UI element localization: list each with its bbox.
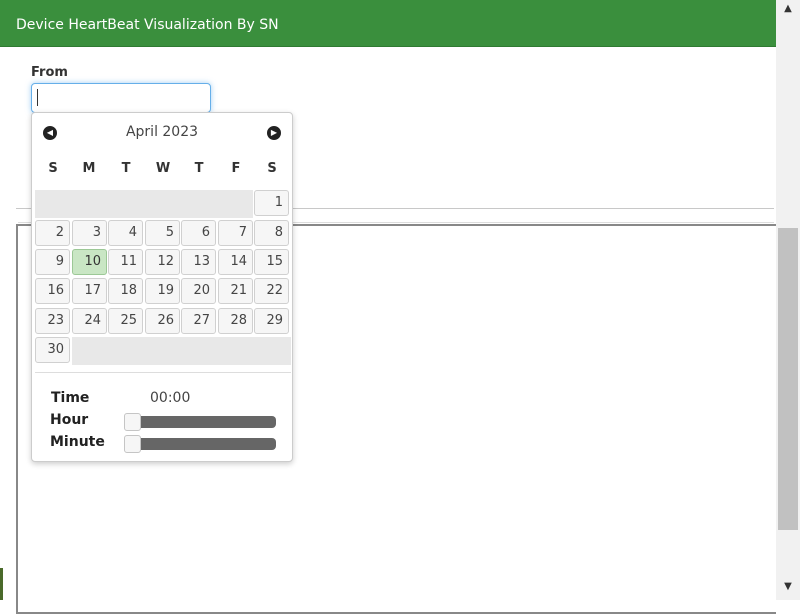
next-month-icon[interactable]: ▶ bbox=[267, 126, 281, 140]
hour-label: Hour bbox=[50, 412, 89, 428]
minute-slider-handle[interactable] bbox=[124, 435, 141, 453]
calendar-day[interactable]: 3 bbox=[72, 220, 107, 246]
weekday-label: T bbox=[194, 161, 204, 176]
calendar-day[interactable]: 20 bbox=[181, 278, 216, 304]
from-date-input[interactable] bbox=[31, 83, 211, 113]
page-title: Device HeartBeat Visualization By SN bbox=[16, 17, 279, 33]
scroll-down-icon[interactable]: ▼ bbox=[776, 578, 800, 595]
empty-day-area bbox=[35, 190, 253, 218]
from-label: From bbox=[31, 65, 68, 80]
calendar-day[interactable]: 30 bbox=[35, 337, 70, 363]
calendar-day[interactable]: 2 bbox=[35, 220, 70, 246]
month-title: April 2023 bbox=[125, 124, 199, 140]
hour-slider-handle[interactable] bbox=[124, 413, 141, 431]
calendar-day[interactable]: 13 bbox=[181, 249, 216, 275]
calendar-day[interactable]: 21 bbox=[218, 278, 253, 304]
scroll-thumb[interactable] bbox=[778, 228, 798, 530]
calendar-day[interactable]: 6 bbox=[181, 220, 216, 246]
calendar-day[interactable]: 18 bbox=[108, 278, 143, 304]
empty-day-area bbox=[72, 337, 291, 365]
weekday-label: M bbox=[82, 161, 96, 176]
calendar-day[interactable]: 22 bbox=[254, 278, 289, 304]
calendar-day[interactable]: 27 bbox=[181, 308, 216, 334]
calendar-day-today[interactable]: 10 bbox=[72, 249, 107, 275]
calendar-day[interactable]: 7 bbox=[218, 220, 253, 246]
calendar-day[interactable]: 23 bbox=[35, 308, 70, 334]
weekday-label: S bbox=[48, 161, 58, 176]
text-caret bbox=[37, 89, 38, 106]
calendar-day[interactable]: 15 bbox=[254, 249, 289, 275]
datepicker-header: ◀ April 2023 ▶ bbox=[32, 113, 292, 153]
time-panel: Time 00:00 Hour Minute bbox=[35, 372, 291, 460]
calendar-day[interactable]: 8 bbox=[254, 220, 289, 246]
calendar-day[interactable]: 5 bbox=[145, 220, 180, 246]
calendar-day[interactable]: 29 bbox=[254, 308, 289, 334]
calendar-day[interactable]: 19 bbox=[145, 278, 180, 304]
weekday-label: F bbox=[231, 161, 241, 176]
vertical-scrollbar[interactable]: ▲ ▼ bbox=[776, 0, 800, 600]
calendar-day[interactable]: 14 bbox=[218, 249, 253, 275]
minute-label: Minute bbox=[50, 434, 105, 450]
calendar-day[interactable]: 24 bbox=[72, 308, 107, 334]
calendar-day[interactable]: 4 bbox=[108, 220, 143, 246]
minute-slider[interactable] bbox=[124, 435, 276, 453]
datepicker-popup: ◀ April 2023 ▶ SMTWTFS 1 2 3 4 5 6 7 8 9 10 11 12 13… bbox=[31, 112, 293, 462]
time-value: 00:00 bbox=[150, 390, 191, 406]
calendar-day[interactable]: 26 bbox=[145, 308, 180, 334]
calendar-day[interactable]: 25 bbox=[108, 308, 143, 334]
calendar-day[interactable]: 28 bbox=[218, 308, 253, 334]
scroll-up-icon[interactable]: ▲ bbox=[776, 0, 800, 17]
time-label: Time bbox=[51, 390, 90, 406]
weekday-label: S bbox=[267, 161, 277, 176]
calendar-day[interactable]: 16 bbox=[35, 278, 70, 304]
weekday-label: W bbox=[155, 161, 171, 176]
calendar-day[interactable]: 9 bbox=[35, 249, 70, 275]
weekday-label: T bbox=[121, 161, 131, 176]
hour-slider[interactable] bbox=[124, 413, 276, 431]
calendar-day[interactable]: 1 bbox=[254, 190, 289, 216]
app-header: Device HeartBeat Visualization By SN bbox=[0, 0, 776, 47]
left-edge-strip bbox=[0, 568, 3, 600]
calendar-day[interactable]: 17 bbox=[72, 278, 107, 304]
calendar-day[interactable]: 11 bbox=[108, 249, 143, 275]
calendar-day[interactable]: 12 bbox=[145, 249, 180, 275]
